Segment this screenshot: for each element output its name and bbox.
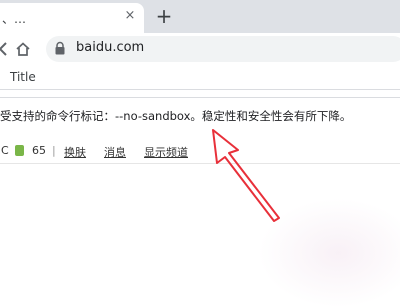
home-icon[interactable] bbox=[14, 40, 32, 58]
lock-icon[interactable] bbox=[54, 41, 66, 56]
close-icon[interactable]: × bbox=[122, 8, 138, 24]
divider bbox=[0, 163, 400, 164]
url-text: baidu.com bbox=[76, 40, 145, 55]
badge-icon bbox=[15, 145, 24, 156]
browser-toolbar: baidu.com bbox=[0, 33, 400, 64]
tab-strip: 、… × + bbox=[0, 0, 400, 33]
nav-link-show-channels[interactable]: 显示频道 bbox=[144, 144, 188, 160]
bookmark-item[interactable]: Title bbox=[10, 70, 36, 84]
back-icon[interactable] bbox=[0, 40, 12, 58]
tab-title: 、… bbox=[2, 12, 27, 26]
warning-infobar: 受支持的命令行标记：--no-sandbox。稳定性和安全性会有所下降。 bbox=[0, 97, 400, 133]
plus-icon[interactable]: + bbox=[152, 4, 176, 28]
nav-count: 65 bbox=[32, 144, 46, 157]
address-bar[interactable]: baidu.com bbox=[46, 36, 400, 62]
background-glow bbox=[258, 198, 400, 308]
bookmarks-bar: Title bbox=[0, 64, 400, 90]
nav-separator: | bbox=[52, 144, 56, 157]
infobar-message: 受支持的命令行标记：--no-sandbox。稳定性和安全性会有所下降。 bbox=[0, 109, 352, 123]
browser-tab[interactable]: 、… × bbox=[0, 3, 144, 33]
nav-link-skin[interactable]: 换肤 bbox=[64, 144, 86, 160]
nav-fragment: C bbox=[1, 144, 9, 157]
divider bbox=[0, 89, 400, 90]
nav-link-messages[interactable]: 消息 bbox=[104, 144, 126, 160]
